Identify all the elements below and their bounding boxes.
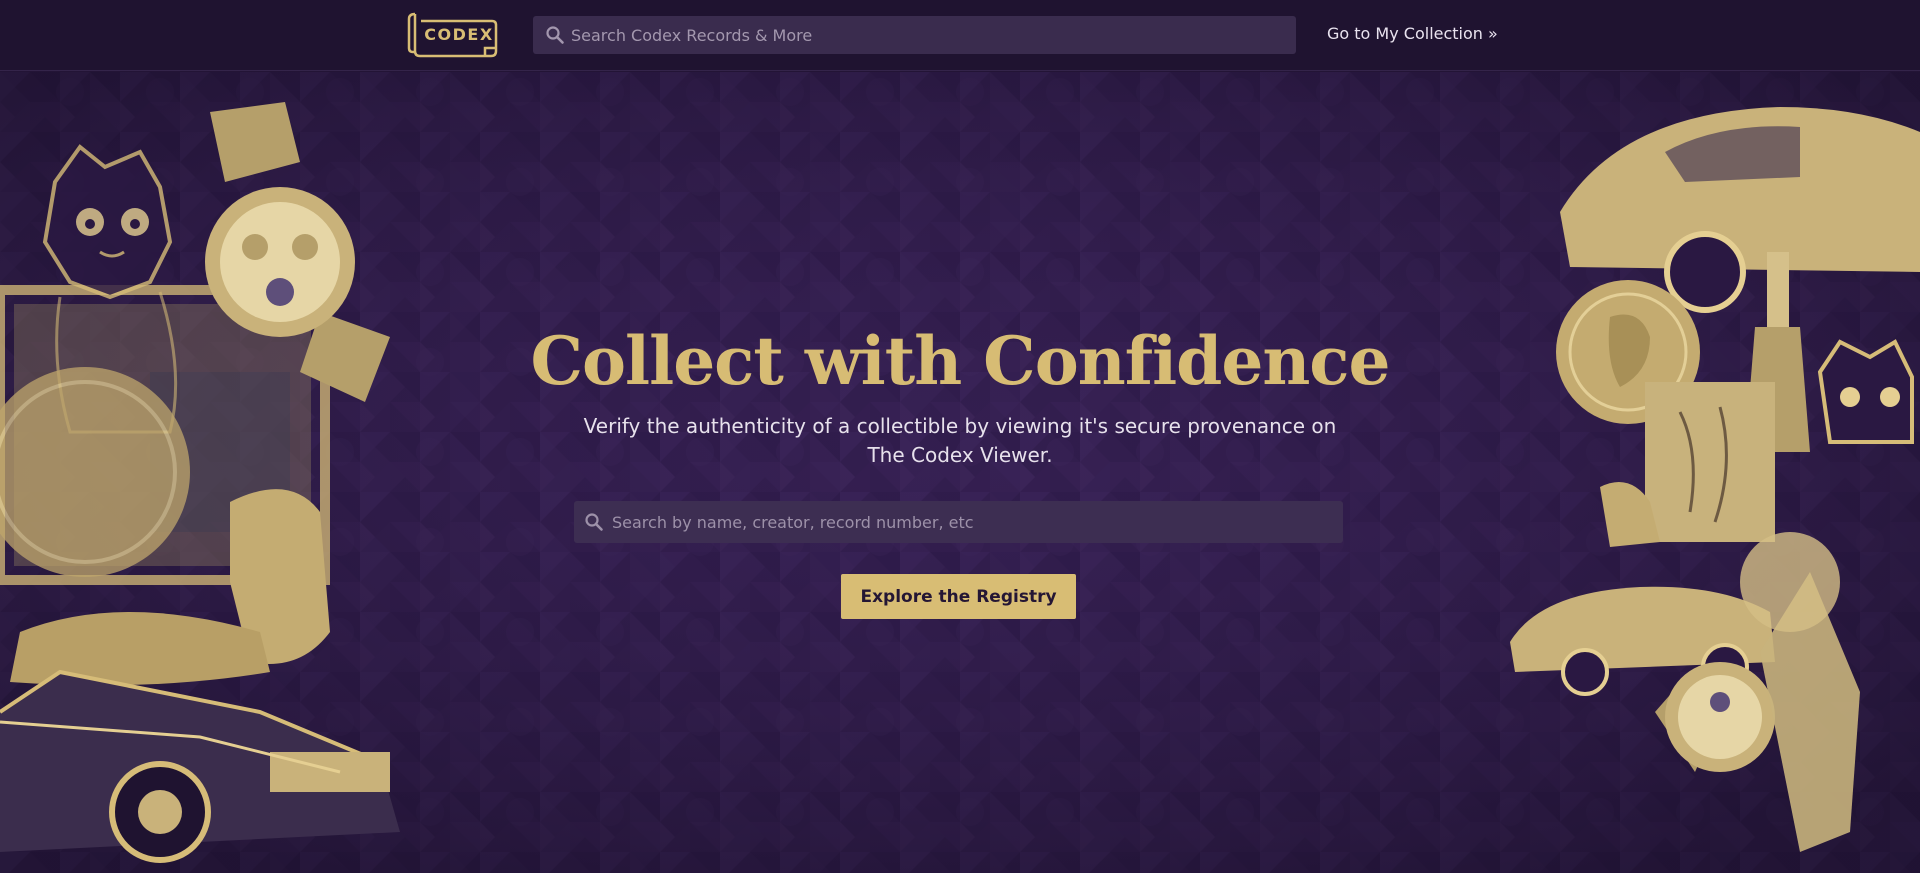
right-collectibles-collage [1510, 107, 1920, 852]
left-collectibles-collage [0, 102, 400, 863]
codex-logo[interactable]: CODEX [405, 11, 503, 59]
cat-illustration-image [1817, 339, 1914, 444]
header-search-bar[interactable] [533, 16, 1296, 54]
logo-text: CODEX [424, 25, 494, 44]
hero-section: Collect with Confidence Verify the authe… [0, 72, 1920, 873]
classic-car-image [0, 669, 400, 863]
go-to-collection-link[interactable]: Go to My Collection » [1327, 24, 1498, 43]
sketch-artwork-image [1645, 382, 1775, 542]
hero-subtitle: Verify the authenticity of a collectible… [583, 414, 1337, 467]
search-icon [585, 513, 603, 531]
registry-search-input[interactable] [612, 501, 1332, 543]
wristwatch-image [1655, 662, 1775, 772]
search-icon [546, 26, 564, 44]
hero-title: Collect with Confidence [530, 322, 1391, 400]
registry-search-bar[interactable] [574, 501, 1343, 543]
header-search-input[interactable] [571, 16, 1281, 54]
classic-sports-car-image [1560, 107, 1920, 313]
top-nav-bar: CODEX Go to My Collection » [0, 0, 1920, 71]
explore-registry-button[interactable]: Explore the Registry [841, 574, 1076, 619]
